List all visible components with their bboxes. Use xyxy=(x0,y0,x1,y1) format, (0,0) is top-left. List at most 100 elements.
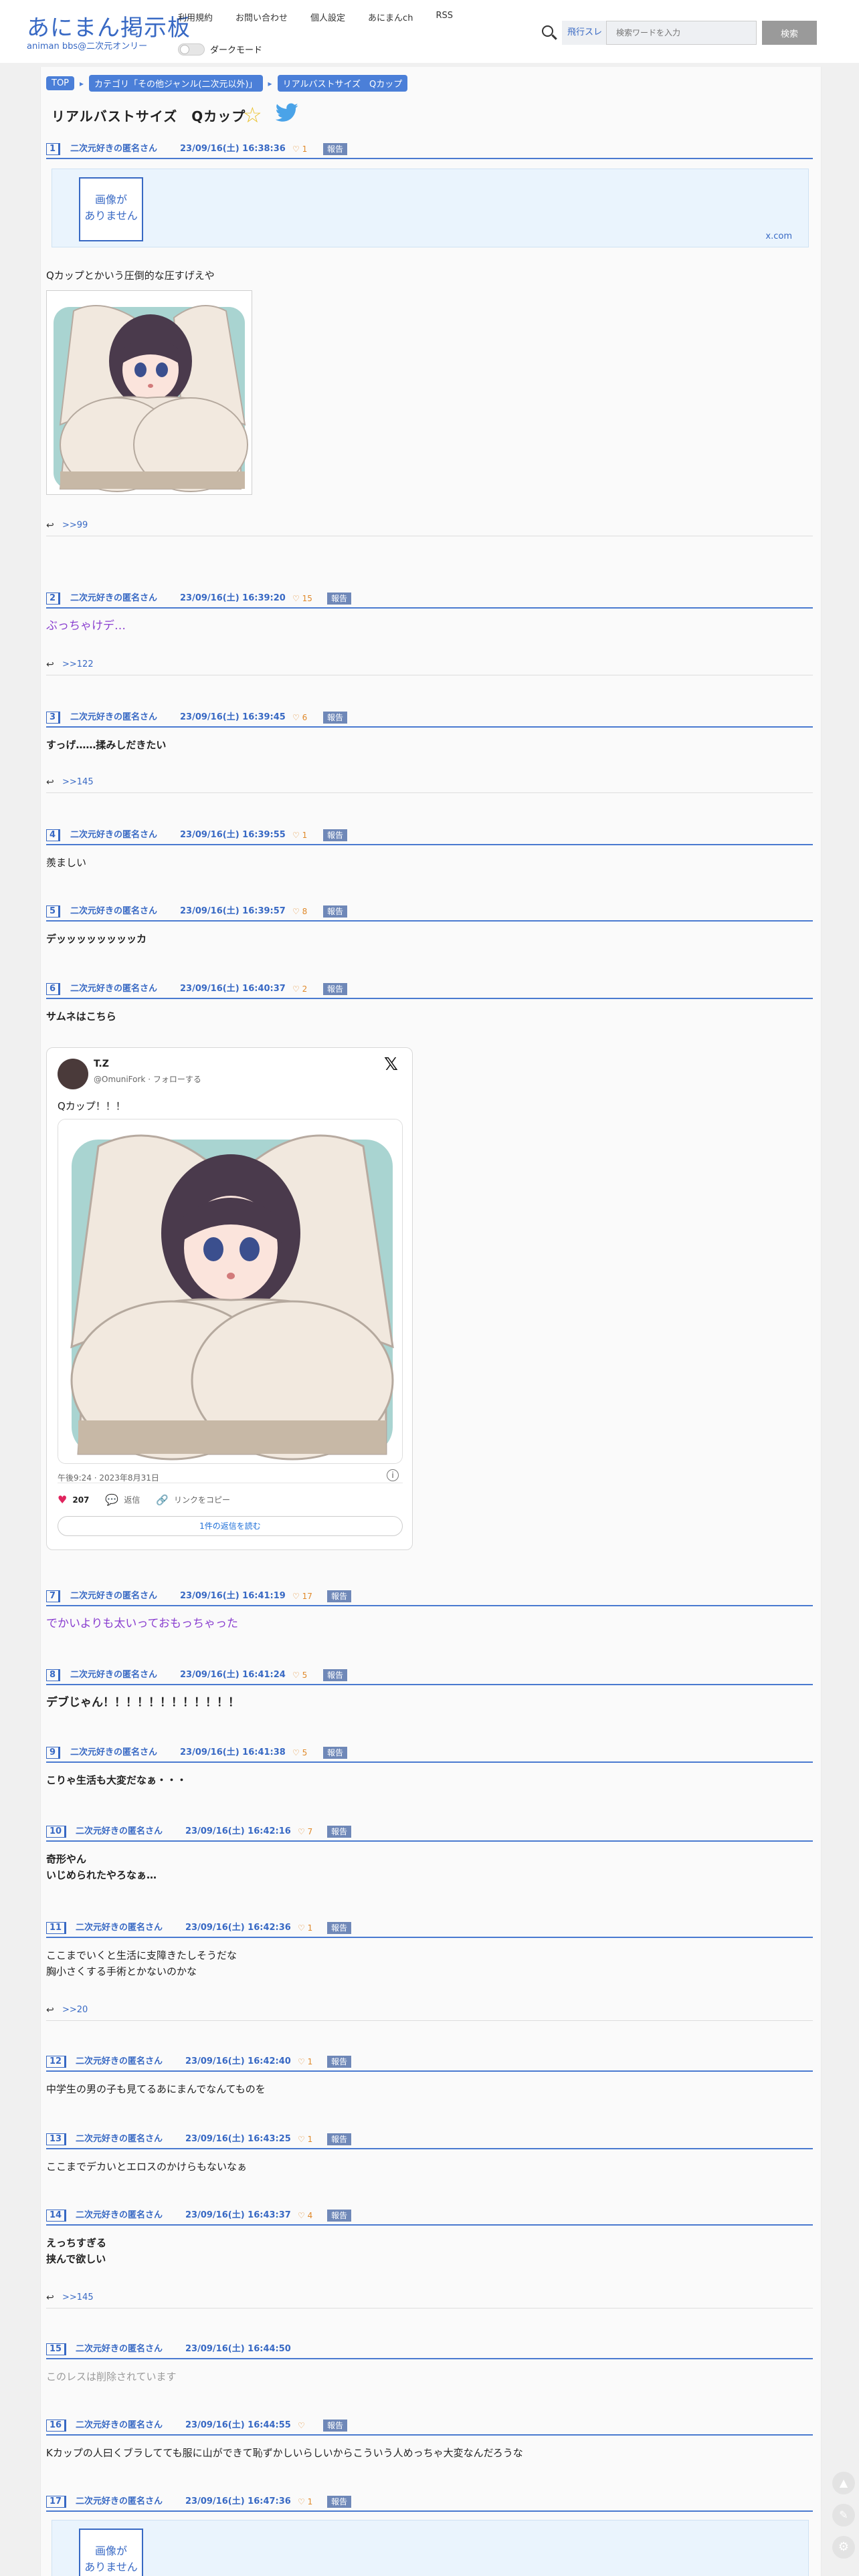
report-button[interactable]: 報告 xyxy=(323,829,348,841)
tweet-image[interactable] xyxy=(58,1119,403,1464)
report-button[interactable]: 報告 xyxy=(323,712,348,724)
tweet-copy-link-label[interactable]: リンクをコピー xyxy=(174,1494,230,1505)
report-button[interactable]: 報告 xyxy=(327,2210,352,2222)
post-number[interactable]: 15 xyxy=(46,2343,67,2355)
reply-link[interactable]: >>99 xyxy=(62,520,88,530)
heart-icon: ♡ xyxy=(298,1923,305,1933)
post-number[interactable]: 13 xyxy=(46,2133,67,2145)
read-replies-button[interactable]: 1件の返信を読む xyxy=(58,1516,403,1536)
post-date: 23/09/16(土) 16:39:45 xyxy=(180,712,286,722)
report-button[interactable]: 報告 xyxy=(323,905,348,918)
like-count[interactable]: ♡ 1 xyxy=(298,2133,312,2145)
post-author: 二次元好きの匿名さん xyxy=(70,984,158,994)
toggle-switch[interactable] xyxy=(178,43,205,56)
post-number[interactable]: 4 xyxy=(46,829,61,841)
report-button[interactable]: 報告 xyxy=(323,1669,348,1681)
post-number[interactable]: 3 xyxy=(46,712,61,724)
link-preview[interactable]: 画像が ありません xyxy=(52,2520,809,2576)
post-number[interactable]: 17 xyxy=(46,2496,67,2508)
nav-terms[interactable]: 利用規約 xyxy=(178,11,213,23)
link-icon[interactable]: 🔗 xyxy=(156,1494,169,1506)
site-logo[interactable]: あにまん掲示板 animan bbs@二次元オンリー xyxy=(27,15,191,51)
nav-settings[interactable]: 個人設定 xyxy=(310,11,345,23)
post-number[interactable]: 6 xyxy=(46,983,61,995)
post-number[interactable]: 8 xyxy=(46,1669,61,1681)
speech-bubble-icon[interactable]: 💬 xyxy=(105,1493,118,1506)
breadcrumb-category[interactable]: カテゴリ「その他ジャンル(二次元以外)」 xyxy=(89,75,263,92)
reply-link[interactable]: >>145 xyxy=(62,777,94,787)
like-count[interactable]: ♡ 1 xyxy=(298,1922,312,1934)
heart-icon[interactable]: ♥ xyxy=(58,1493,67,1506)
report-button[interactable]: 報告 xyxy=(327,2133,352,2145)
tweet-timestamp[interactable]: 午後9:24 · 2023年8月31日 xyxy=(58,1472,159,1483)
like-count[interactable]: ♡ 15 xyxy=(292,593,312,605)
post-number[interactable]: 1 xyxy=(46,143,61,155)
report-button[interactable]: 報告 xyxy=(323,983,348,995)
report-button[interactable]: 報告 xyxy=(327,2496,352,2508)
reply-link[interactable]: >>20 xyxy=(62,2005,88,2015)
like-count[interactable]: ♡ 17 xyxy=(292,1590,312,1602)
breadcrumb-top[interactable]: TOP xyxy=(46,76,75,90)
post-number[interactable]: 9 xyxy=(46,1747,61,1759)
x-logo-icon[interactable]: 𝕏 xyxy=(384,1055,398,1075)
favorite-star-icon[interactable]: ☆ xyxy=(243,104,262,126)
post-author: 二次元好きの匿名さん xyxy=(70,906,158,916)
reply-link[interactable]: >>122 xyxy=(62,659,94,669)
like-count[interactable]: ♡ 4 xyxy=(298,2210,312,2222)
post-number[interactable]: 7 xyxy=(46,1590,61,1602)
like-count[interactable]: ♡ 6 xyxy=(292,712,307,724)
like-count[interactable]: ♡ 1 xyxy=(298,2496,312,2508)
like-count[interactable]: ♡ 5 xyxy=(292,1747,307,1759)
search-input[interactable] xyxy=(606,21,757,45)
like-count[interactable]: ♡ 1 xyxy=(292,143,307,155)
post-number[interactable]: 10 xyxy=(46,1826,67,1838)
like-count[interactable]: ♡ 7 xyxy=(298,1826,312,1838)
twitter-bird-icon[interactable] xyxy=(275,103,299,123)
logo-text[interactable]: あにまん掲示板 xyxy=(27,15,191,41)
reply-link[interactable]: >>145 xyxy=(62,2292,94,2302)
post-number[interactable]: 11 xyxy=(46,1922,67,1934)
tweet-author[interactable]: T.Z xyxy=(94,1059,109,1069)
nav-contact[interactable]: お問い合わせ xyxy=(235,11,288,23)
report-button[interactable]: 報告 xyxy=(323,143,348,155)
report-button[interactable]: 報告 xyxy=(327,2056,352,2068)
link-domain[interactable]: x.com xyxy=(765,231,792,241)
report-button[interactable]: 報告 xyxy=(327,1590,352,1602)
nav-animanch[interactable]: あにまんch xyxy=(368,11,413,23)
nav-rss[interactable]: RSS xyxy=(436,11,453,23)
like-count[interactable]: ♡ 8 xyxy=(292,905,307,918)
post-number[interactable]: 2 xyxy=(46,593,61,605)
report-button[interactable]: 報告 xyxy=(327,593,352,605)
gear-icon[interactable]: ⚙ xyxy=(832,2536,855,2559)
like-count[interactable]: ♡ xyxy=(298,2420,305,2432)
scroll-top-button[interactable]: ▲ xyxy=(832,2472,855,2494)
like-count[interactable]: ♡ 1 xyxy=(292,829,307,841)
post-number[interactable]: 14 xyxy=(46,2210,67,2222)
report-button[interactable]: 報告 xyxy=(323,1747,348,1759)
post-number[interactable]: 16 xyxy=(46,2420,67,2432)
tweet-reply-label[interactable]: 返信 xyxy=(124,1494,140,1505)
link-preview[interactable]: 画像が ありません x.com xyxy=(52,169,809,247)
info-icon[interactable]: i xyxy=(387,1469,399,1481)
like-count[interactable]: ♡ 5 xyxy=(292,1669,307,1681)
post-number[interactable]: 5 xyxy=(46,905,61,918)
breadcrumb-thread[interactable]: リアルバストサイズ Qカップ xyxy=(277,75,408,92)
tweet-handle[interactable]: @OmuniFork · フォローする xyxy=(94,1073,201,1085)
search-scope-select[interactable]: 飛行スレ xyxy=(562,21,606,45)
anime-image[interactable] xyxy=(46,290,252,495)
like-count-value: 1 xyxy=(307,2135,313,2144)
report-button[interactable]: 報告 xyxy=(327,1826,352,1838)
like-count[interactable]: ♡ 2 xyxy=(292,983,307,995)
like-count[interactable]: ♡ 1 xyxy=(298,2056,312,2068)
embedded-tweet[interactable]: T.Z @OmuniFork · フォローする 𝕏 Qカップ！！！ 午後9:24… xyxy=(46,1047,413,1550)
report-button[interactable]: 報告 xyxy=(323,2420,348,2432)
report-button[interactable]: 報告 xyxy=(327,1922,352,1934)
reply-row: ↩ >>145 xyxy=(46,776,813,793)
chevron-right-icon: ▸ xyxy=(80,78,84,88)
compose-icon[interactable]: ✎ xyxy=(832,2504,855,2527)
dark-mode-toggle[interactable]: ダークモード xyxy=(178,43,262,56)
search-button[interactable]: 検索 xyxy=(762,21,817,45)
avatar[interactable] xyxy=(58,1059,88,1089)
post-number[interactable]: 12 xyxy=(46,2056,67,2068)
post-author: 二次元好きの匿名さん xyxy=(76,2420,163,2430)
